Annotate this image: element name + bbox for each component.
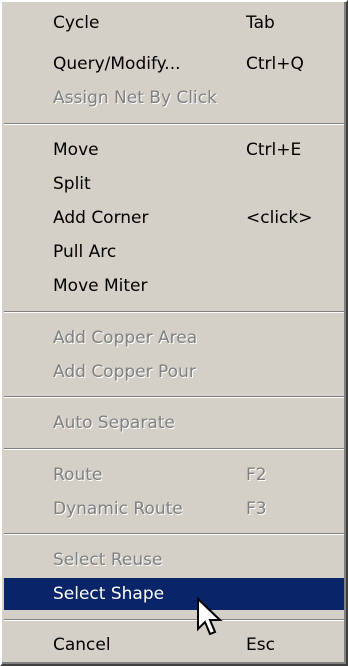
menu-item-cancel[interactable]: Cancel Esc: [4, 629, 344, 661]
menu-item-shortcut: F2: [246, 465, 267, 485]
menu-item-label: Cycle: [53, 13, 100, 33]
menu-item-shortcut: <click>: [246, 208, 313, 228]
menu-item-route: Route F2: [4, 459, 344, 491]
arrow-pointer-icon: [197, 597, 223, 636]
menu-item-cycle[interactable]: Cycle Tab: [4, 7, 344, 39]
menu-item-shortcut: Ctrl+Q: [246, 54, 304, 74]
menu-item-label: Assign Net By Click: [53, 88, 217, 108]
context-menu: Cycle Tab Query/Modify... Ctrl+Q Assign …: [0, 0, 348, 666]
menu-item-move[interactable]: Move Ctrl+E: [4, 134, 344, 166]
menu-item-label: Add Copper Area: [53, 328, 198, 348]
menu-item-label: Add Corner: [53, 208, 149, 228]
menu-item-label: Cancel: [53, 635, 111, 655]
menu-item-label: Move Miter: [53, 276, 148, 296]
menu-separator: [4, 123, 344, 125]
menu-item-label: Route: [53, 465, 103, 485]
menu-item-label: Dynamic Route: [53, 499, 183, 519]
menu-item-assign-net-by-click: Assign Net By Click: [4, 82, 344, 114]
menu-item-shortcut: Tab: [246, 13, 275, 33]
menu-item-add-copper-pour: Add Copper Pour: [4, 356, 344, 388]
menu-item-split[interactable]: Split: [4, 168, 344, 200]
menu-separator: [4, 396, 344, 398]
menu-item-auto-separate: Auto Separate: [4, 407, 344, 439]
menu-item-shortcut: Ctrl+E: [246, 140, 302, 160]
menu-item-label: Select Shape: [53, 584, 165, 604]
menu-item-label: Auto Separate: [53, 413, 175, 433]
menu-item-label: Select Reuse: [53, 550, 163, 570]
menu-item-shortcut: F3: [246, 499, 267, 519]
menu-item-select-shape[interactable]: Select Shape: [4, 578, 344, 610]
menu-item-label: Query/Modify...: [53, 54, 181, 74]
menu-separator: [4, 533, 344, 535]
menu-item-move-miter[interactable]: Move Miter: [4, 270, 344, 302]
menu-item-add-copper-area: Add Copper Area: [4, 322, 344, 354]
menu-item-shortcut: Esc: [246, 635, 275, 655]
menu-item-add-corner[interactable]: Add Corner <click>: [4, 202, 344, 234]
menu-separator: [4, 448, 344, 450]
menu-item-pull-arc[interactable]: Pull Arc: [4, 236, 344, 268]
menu-item-label: Pull Arc: [53, 242, 117, 262]
menu-item-label: Add Copper Pour: [53, 362, 196, 382]
menu-item-dynamic-route: Dynamic Route F3: [4, 493, 344, 525]
menu-item-select-reuse: Select Reuse: [4, 544, 344, 576]
menu-item-label: Split: [53, 174, 91, 194]
menu-item-label: Move: [53, 140, 99, 160]
menu-item-query-modify[interactable]: Query/Modify... Ctrl+Q: [4, 48, 344, 80]
menu-separator: [4, 619, 344, 621]
menu-separator: [4, 311, 344, 313]
